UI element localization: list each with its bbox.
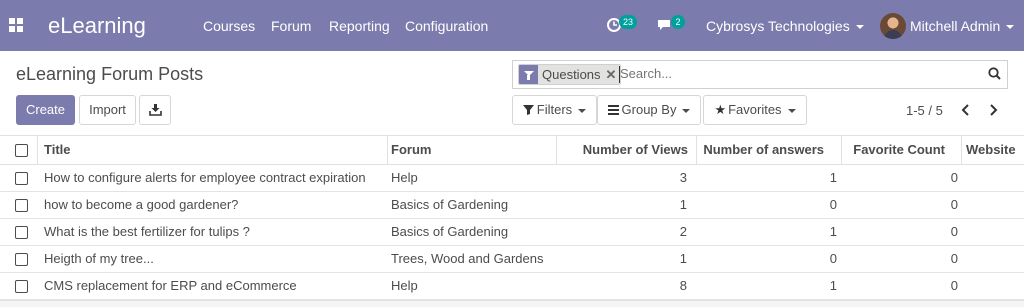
- top-navbar: eLearning Courses Forum Reporting Config…: [0, 0, 1024, 51]
- user-name: Mitchell Admin: [910, 18, 1001, 34]
- cell-answers: 0: [829, 251, 837, 266]
- favorites-label: Favorites: [728, 102, 782, 117]
- company-switcher[interactable]: Cybrosys Technologies: [706, 18, 864, 34]
- cell-forum: Help: [391, 278, 418, 293]
- table-row[interactable]: Heigth of my tree... Trees, Wood and Gar…: [0, 246, 1024, 273]
- cell-favorite-count: 0: [950, 224, 958, 239]
- menu-courses[interactable]: Courses: [203, 18, 255, 34]
- search-facet: Questions ✕: [518, 64, 622, 85]
- cell-views: 8: [679, 278, 687, 293]
- table-footer: [0, 300, 1024, 307]
- cell-forum: Help: [391, 170, 418, 185]
- cell-title: how to become a good gardener?: [44, 197, 239, 212]
- table-row[interactable]: What is the best fertilizer for tulips ?…: [0, 219, 1024, 246]
- column-header-views[interactable]: Number of Views: [556, 136, 688, 165]
- row-checkbox[interactable]: [15, 253, 28, 266]
- filter-icon: [522, 105, 534, 115]
- column-header-forum[interactable]: Forum: [391, 136, 431, 165]
- row-checkbox[interactable]: [15, 226, 28, 239]
- cell-title: How to configure alerts for employee con…: [44, 170, 366, 185]
- search-icon[interactable]: [988, 67, 1001, 80]
- chevron-down-icon: [855, 25, 864, 30]
- pager-value[interactable]: 1-5 / 5: [906, 103, 943, 118]
- star-icon: ★: [714, 102, 727, 117]
- activity-count-badge: 23: [619, 15, 638, 29]
- row-checkbox[interactable]: [15, 280, 28, 293]
- menu-reporting[interactable]: Reporting: [329, 18, 390, 34]
- user-menu[interactable]: Mitchell Admin: [910, 18, 1015, 34]
- search-input[interactable]: [620, 66, 960, 81]
- messages-icon[interactable]: [657, 18, 671, 32]
- cell-title: What is the best fertilizer for tulips ?: [44, 224, 250, 239]
- column-header-title[interactable]: Title: [44, 136, 71, 165]
- cell-answers: 0: [829, 197, 837, 212]
- cell-favorite-count: 0: [950, 251, 958, 266]
- chevron-down-icon: [787, 108, 796, 113]
- cell-forum: Basics of Gardening: [391, 224, 509, 239]
- table-row[interactable]: How to configure alerts for employee con…: [0, 165, 1024, 192]
- group-by-label: Group By: [621, 102, 677, 117]
- menu-configuration[interactable]: Configuration: [405, 18, 488, 34]
- menu-forum[interactable]: Forum: [271, 18, 311, 34]
- filters-label: Filters: [536, 102, 573, 117]
- column-divider: [37, 136, 38, 165]
- page-title: eLearning Forum Posts: [16, 64, 204, 84]
- table-row[interactable]: CMS replacement for ERP and eCommerce He…: [0, 273, 1024, 300]
- favorites-button[interactable]: ★ Favorites: [703, 95, 807, 125]
- facet-label: Questions: [538, 65, 606, 84]
- chevron-down-icon: [578, 108, 587, 113]
- pager-next-icon[interactable]: [986, 103, 1000, 117]
- app-brand[interactable]: eLearning: [48, 13, 146, 39]
- column-divider: [387, 136, 388, 165]
- cell-favorite-count: 0: [950, 278, 958, 293]
- cell-favorite-count: 0: [950, 197, 958, 212]
- table-header: Title Forum Number of Views Number of an…: [0, 136, 1024, 165]
- import-button[interactable]: Import: [79, 95, 136, 125]
- cell-title: CMS replacement for ERP and eCommerce: [44, 278, 297, 293]
- table-row[interactable]: how to become a good gardener? Basics of…: [0, 192, 1024, 219]
- company-name: Cybrosys Technologies: [706, 18, 850, 34]
- cell-title: Heigth of my tree...: [44, 251, 154, 266]
- cell-answers: 1: [829, 170, 837, 185]
- cell-views: 2: [679, 224, 687, 239]
- cell-forum: Trees, Wood and Gardens: [391, 251, 544, 266]
- chevron-down-icon: [682, 108, 691, 113]
- pager-previous-icon[interactable]: [959, 103, 973, 117]
- cell-views: 1: [679, 251, 687, 266]
- create-button[interactable]: Create: [16, 95, 75, 125]
- forum-posts-table: Title Forum Number of Views Number of an…: [0, 135, 1024, 300]
- filters-button[interactable]: Filters: [512, 95, 597, 125]
- download-button[interactable]: [139, 95, 171, 125]
- download-icon: [148, 104, 162, 116]
- select-all-checkbox[interactable]: [15, 144, 28, 157]
- cell-forum: Basics of Gardening: [391, 197, 509, 212]
- group-by-button[interactable]: Group By: [597, 95, 701, 125]
- filter-icon: [519, 65, 538, 84]
- column-divider: [961, 136, 962, 165]
- cell-favorite-count: 0: [950, 170, 958, 185]
- user-avatar[interactable]: [880, 13, 906, 39]
- column-header-website[interactable]: Website: [966, 136, 1016, 165]
- apps-menu-icon[interactable]: [9, 18, 23, 32]
- cell-answers: 1: [829, 224, 837, 239]
- search-bar: Questions ✕: [512, 60, 1008, 89]
- cell-answers: 1: [829, 278, 837, 293]
- list-icon: [607, 105, 619, 115]
- column-header-favorite-count[interactable]: Favorite Count: [841, 136, 945, 165]
- row-checkbox[interactable]: [15, 199, 28, 212]
- row-checkbox[interactable]: [15, 172, 28, 185]
- message-count-badge: 2: [671, 15, 685, 29]
- cell-views: 3: [679, 170, 687, 185]
- chevron-down-icon: [1006, 25, 1015, 30]
- column-header-answers[interactable]: Number of answers: [696, 136, 824, 165]
- cell-views: 1: [679, 197, 687, 212]
